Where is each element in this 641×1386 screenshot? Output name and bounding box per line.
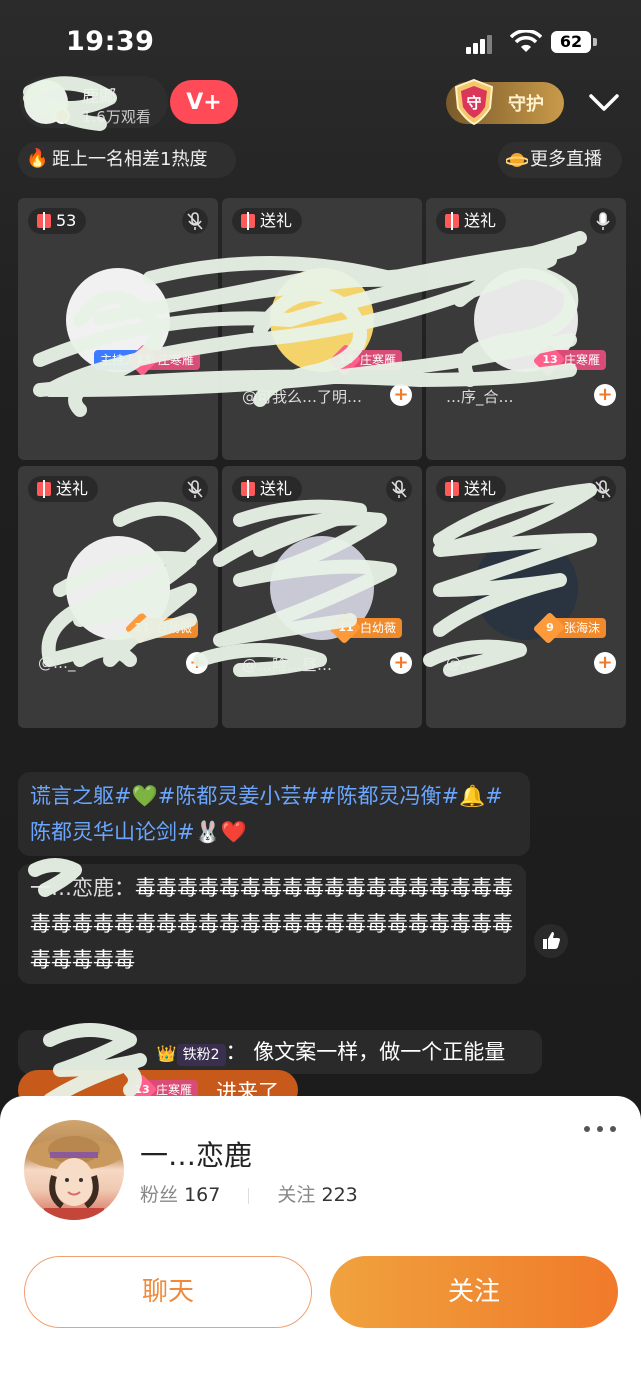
user-avatar[interactable] — [24, 1120, 124, 1220]
fan-club-tag: 11 白幼薇 — [124, 611, 199, 645]
gift-button[interactable]: 送礼 — [436, 208, 507, 234]
level-number: 9 — [546, 621, 554, 634]
mic-seat[interactable]: 送礼 9 张海沫 @… + — [426, 466, 626, 728]
gift-button[interactable]: 送礼 — [232, 476, 303, 502]
fan-club-tag: 13 庄寒雁 — [328, 343, 403, 377]
user-name: 一…恋鹿 — [140, 1139, 253, 1172]
verified-badge-icon — [54, 108, 70, 124]
gift-button[interactable]: 送礼 — [436, 476, 507, 502]
rank-gap-pill[interactable]: 距上一名相差1热度 — [18, 142, 236, 178]
host-name: 鹿鄘 — [82, 87, 116, 107]
more-options-icon[interactable] — [580, 1126, 620, 1136]
add-follow-icon[interactable]: + — [390, 652, 412, 674]
shield-label: 守 — [466, 94, 481, 112]
guard-label: 守护 — [508, 94, 544, 115]
gift-icon — [445, 212, 459, 230]
battery-icon: 62 — [551, 31, 591, 53]
thumbs-up-icon[interactable] — [534, 924, 568, 958]
fan-club-name: 庄寒雁 — [360, 353, 397, 367]
chat-text-fan: ： 像文案一样，做一个正能量 — [225, 1040, 506, 1064]
seat-user-name: @可我么…了明… — [242, 388, 363, 406]
mic-seat[interactable]: 送礼 13 庄寒雁 @可我么…了明… + — [222, 198, 422, 460]
fan-club-name: 白幼薇 — [360, 621, 397, 635]
gift-button[interactable]: 送礼 — [232, 208, 303, 234]
add-follow-icon[interactable]: + — [594, 652, 616, 674]
crown-icon: 👑 — [156, 1044, 177, 1063]
following-count: 223 — [321, 1184, 358, 1206]
topic-message: 谎言之躯#💚#陈都灵姜小芸##陈都灵冯衡#🔔# 陈都灵华山论剑#🐰❤️ — [18, 772, 530, 856]
chat-button[interactable]: 聊天 — [24, 1256, 312, 1328]
gift-icon — [37, 212, 51, 230]
topic-line-1[interactable]: 谎言之躯#💚#陈都灵姜小芸##陈都灵冯衡#🔔# — [30, 778, 518, 814]
seat-user-name: …序_合… — [446, 388, 514, 406]
mic-muted-icon — [386, 476, 412, 502]
mic-muted-icon — [182, 476, 208, 502]
status-time: 19:39 — [66, 26, 155, 57]
level-number: 13 — [136, 353, 152, 366]
user-profile-sheet: 一…恋鹿 粉丝 167 关注 223 聊天 关注 — [0, 1096, 641, 1386]
planet-icon — [506, 153, 528, 167]
chat-message-fan: 👑 铁粉2： 像文案一样，做一个正能量 — [18, 1030, 542, 1074]
gift-icon — [445, 480, 459, 498]
fans-count: 167 — [184, 1184, 221, 1206]
fan-badge: 铁粉2 — [176, 1044, 226, 1066]
mic-muted-icon — [182, 208, 208, 234]
status-bar: 19:39 62 — [0, 0, 641, 80]
host-view-count: 1.6万观看 — [82, 108, 151, 126]
follow-host-button[interactable]: V+ — [170, 80, 238, 124]
gift-icon — [241, 212, 255, 230]
fan-club-tag: 9 张海沫 — [532, 611, 607, 645]
level-number: 11 — [134, 621, 150, 634]
fan-club-name: 白幼薇 — [156, 621, 193, 635]
mic-seat[interactable]: 送礼 11 白幼薇 @…险…昼… + — [222, 466, 422, 728]
mic-muted-icon — [590, 476, 616, 502]
mic-seat[interactable]: 送礼 13 庄寒雁 …序_合… + — [426, 198, 626, 460]
level-number: 13 — [338, 353, 354, 366]
mic-seat[interactable]: 53 主持人 13 庄寒雁 — [18, 198, 218, 460]
gift-label: 送礼 — [260, 479, 293, 498]
battery-tip — [593, 38, 597, 46]
level-number: 13 — [542, 353, 558, 366]
avatar-portrait — [26, 1136, 122, 1220]
seat-user-name: @…险…昼… — [242, 656, 333, 674]
shield-icon: 守 — [454, 78, 494, 126]
gift-label: 送礼 — [56, 479, 89, 498]
mic-icon — [590, 208, 616, 234]
gift-icon — [241, 480, 255, 498]
gift-label: 送礼 — [260, 211, 293, 230]
follow-button[interactable]: 关注 — [330, 1256, 618, 1328]
live-room-screen: { "status_bar": {"time": "19:39", "batte… — [0, 0, 641, 1386]
gift-label: 送礼 — [464, 211, 497, 230]
add-follow-icon[interactable]: + — [594, 384, 616, 406]
fan-club-tag: 13 庄寒雁 — [532, 343, 607, 377]
fan-club-tag: 13 庄寒雁 — [126, 343, 201, 377]
chat-message: 一…恋鹿：毒毒毒毒毒毒毒毒毒毒毒毒毒毒毒毒毒毒毒毒毒毒毒毒毒毒毒毒毒毒毒毒毒毒毒… — [18, 864, 526, 984]
gift-label: 送礼 — [464, 479, 497, 498]
gift-icon — [37, 480, 51, 498]
fire-icon: 🔥 — [26, 148, 49, 169]
fan-club-tag: 11 白幼薇 — [328, 611, 403, 645]
gift-button[interactable]: 53 — [28, 208, 87, 234]
seat-user-name: @…_ — [38, 654, 76, 672]
stats-divider — [248, 1187, 250, 1204]
topic-line-2[interactable]: 陈都灵华山论剑#🐰❤️ — [30, 814, 518, 850]
fan-club-name: 庄寒雁 — [564, 353, 601, 367]
following-label: 关注 — [277, 1184, 316, 1206]
user-stats: 粉丝 167 关注 223 — [140, 1180, 358, 1207]
add-follow-icon[interactable]: + — [186, 652, 208, 674]
gift-label: 53 — [56, 211, 77, 230]
mic-seat[interactable]: 送礼 11 白幼薇 @…_ + — [18, 466, 218, 728]
gift-button[interactable]: 送礼 — [28, 476, 99, 502]
wifi-icon — [510, 30, 542, 52]
enter-tag-label: 庄寒雁 — [156, 1083, 193, 1097]
fan-club-name: 庄寒雁 — [158, 353, 195, 367]
chat-nickname[interactable]: 一…恋鹿： — [30, 876, 135, 900]
fan-club-name: 张海沫 — [564, 621, 601, 635]
chevron-down-icon[interactable] — [588, 86, 620, 118]
fans-label: 粉丝 — [140, 1184, 179, 1206]
signal-icon — [466, 34, 494, 54]
add-follow-icon[interactable]: + — [390, 384, 412, 406]
seat-user-name: @… — [446, 654, 476, 672]
level-number: 11 — [338, 621, 354, 634]
